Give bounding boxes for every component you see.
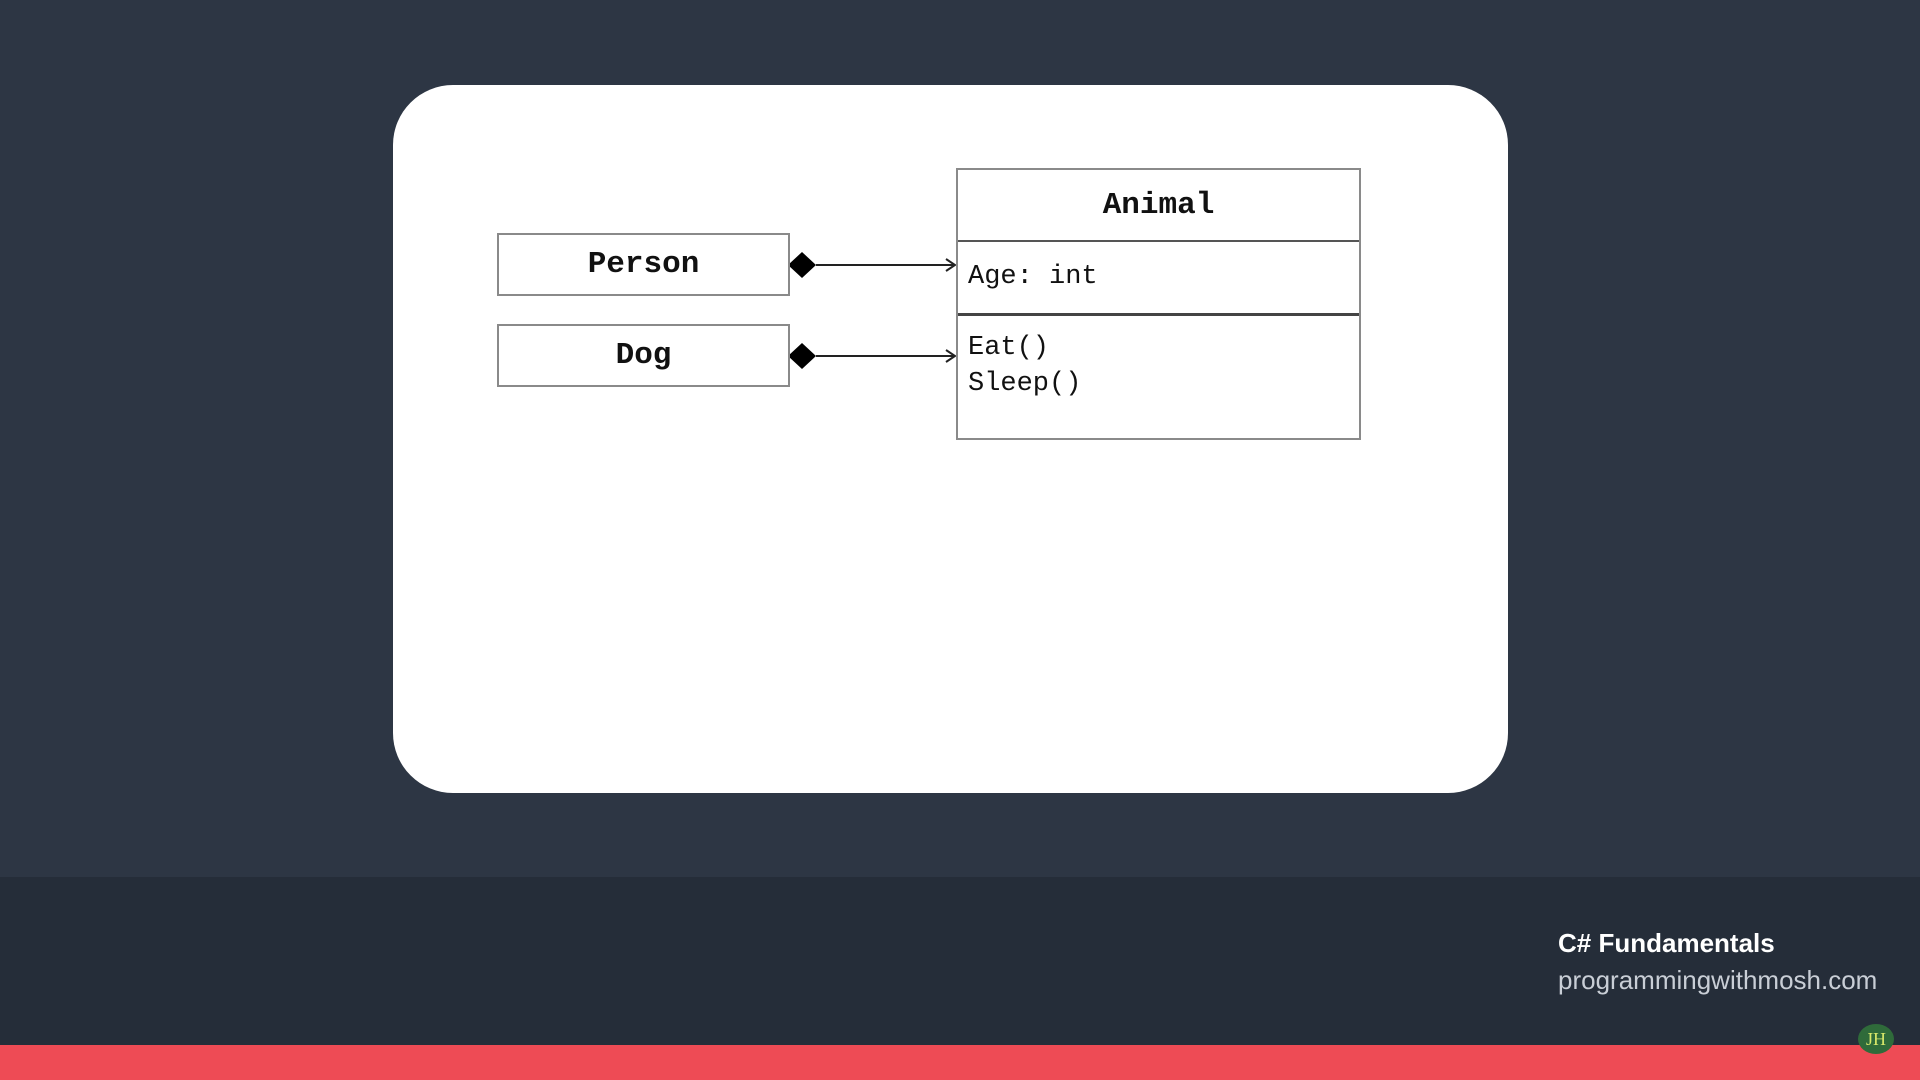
course-title: C# Fundamentals [1558, 928, 1775, 958]
class-name: Person [587, 247, 700, 282]
class-attributes: Age: int [958, 240, 1359, 316]
method: Sleep() [968, 369, 1082, 399]
class-box-person: Person [497, 233, 790, 296]
course-site: programmingwithmosh.com [1558, 965, 1878, 995]
composition-diamond-icon [788, 252, 816, 278]
person-composition-connector [788, 252, 957, 278]
channel-watermark: JH [1858, 1024, 1894, 1054]
class-methods: Eat() Sleep() [968, 330, 1359, 402]
accent-bar [0, 1045, 1920, 1080]
class-name: Dog [615, 338, 672, 373]
class-name: Animal [958, 170, 1359, 242]
class-box-animal: Animal Age: int Eat() Sleep() [956, 168, 1361, 440]
uml-diagram: Person Dog Animal Age: int Eat() Sleep() [393, 85, 1508, 793]
method: Eat() [968, 333, 1050, 363]
composition-diamond-icon [788, 343, 816, 369]
video-frame: Person Dog Animal Age: int Eat() Sleep()… [0, 0, 1920, 1080]
class-box-dog: Dog [497, 324, 790, 387]
attribute: Age: int [968, 261, 1098, 292]
dog-composition-connector [788, 343, 957, 369]
footer-band [0, 877, 1920, 1045]
